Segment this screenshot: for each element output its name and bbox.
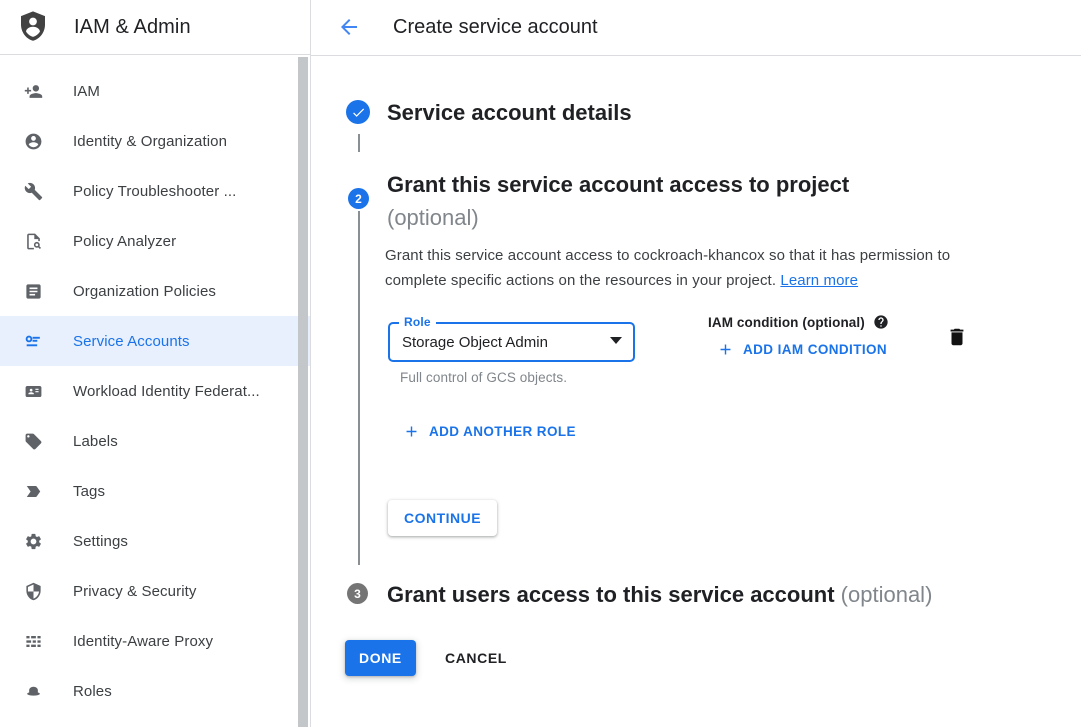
shield-person-icon [17,10,49,44]
help-icon[interactable] [873,314,889,330]
step-connector [358,211,360,565]
add-iam-condition-button[interactable]: ADD IAM CONDITION [717,341,887,358]
add-another-role-label: ADD ANOTHER ROLE [429,424,576,439]
sidebar-item-labels[interactable]: Labels [0,416,310,466]
main-header: Create service account [311,0,1081,56]
sidebar-item-settings[interactable]: Settings [0,516,310,566]
sidebar-item-organization-policies[interactable]: Organization Policies [0,266,310,316]
iam-condition-row: IAM condition (optional) [708,314,889,330]
delete-role-button[interactable] [946,326,968,348]
service-account-key-icon [24,332,43,351]
sidebar-item-label: Policy Analyzer [73,233,176,250]
role-helper-text: Full control of GCS objects. [400,370,567,385]
role-select[interactable]: Role Storage Object Admin [388,322,635,362]
step1-title[interactable]: Service account details [387,100,632,126]
sidebar-item-service-accounts[interactable]: Service Accounts [0,316,310,366]
step2-description: Grant this service account access to coc… [385,243,989,294]
step2-description-text: Grant this service account access to coc… [385,247,950,289]
add-iam-condition-label: ADD IAM CONDITION [743,342,887,357]
iam-condition-label: IAM condition (optional) [708,315,865,330]
step2-number-badge: 2 [348,188,369,209]
sidebar-item-label: Settings [73,533,128,550]
sidebar-item-privacy-security[interactable]: Privacy & Security [0,566,310,616]
sidebar-scrollbar[interactable] [298,57,308,727]
wrench-icon [24,182,43,201]
arrow-drop-down-icon [610,337,622,344]
step2-heading[interactable]: Grant this service account access to pro… [387,168,849,234]
plus-icon [717,341,734,358]
learn-more-link[interactable]: Learn more [780,272,858,289]
sidebar: IAM & Admin IAM Identity & Organization Po… [0,0,311,727]
sidebar-item-identity-organization[interactable]: Identity & Organization [0,116,310,166]
proxy-rows-icon [24,632,43,651]
account-circle-icon [24,132,43,151]
sidebar-item-label: Identity-Aware Proxy [73,633,213,650]
main-panel: Create service account Service account d… [311,0,1081,727]
document-lines-icon [24,282,43,301]
sidebar-item-label: Policy Troubleshooter ... [73,183,236,200]
sidebar-item-tags[interactable]: Tags [0,466,310,516]
step2-title: Grant this service account access to pro… [387,172,849,197]
hat-icon [24,682,43,701]
step1-check-icon [346,100,370,124]
sidebar-item-label: Privacy & Security [73,583,197,600]
sidebar-item-label: Roles [73,683,112,700]
page-root: IAM & Admin IAM Identity & Organization Po… [0,0,1081,727]
continue-button[interactable]: CONTINUE [388,500,497,536]
back-arrow-icon[interactable] [337,15,361,39]
sidebar-item-label: Service Accounts [73,333,190,350]
step2-optional-label: (optional) [387,201,849,234]
sidebar-item-iam[interactable]: IAM [0,66,310,116]
done-button[interactable]: DONE [345,640,416,676]
step-connector [358,134,360,152]
step3-title: Grant users access to this service accou… [387,582,835,607]
sidebar-item-workload-identity-federat[interactable]: Workload Identity Federat... [0,366,310,416]
sidebar-item-roles[interactable]: Roles [0,666,310,716]
label-tag-icon [24,432,43,451]
sidebar-item-label: Workload Identity Federat... [73,383,260,400]
add-another-role-button[interactable]: ADD ANOTHER ROLE [403,423,576,440]
role-selected-value: Storage Object Admin [402,324,548,360]
cancel-button[interactable]: CANCEL [437,640,515,676]
sidebar-item-policy-analyzer[interactable]: Policy Analyzer [0,216,310,266]
sidebar-nav: IAM Identity & Organization Policy Trouble… [0,55,310,716]
plus-icon [403,423,420,440]
step3-number-badge: 3 [347,583,368,604]
document-search-icon [24,232,43,251]
sidebar-item-label: Identity & Organization [73,133,227,150]
gear-icon [24,532,43,551]
sidebar-item-label: Labels [73,433,118,450]
step3-optional-label: (optional) [841,582,933,607]
tag-arrow-icon [24,482,43,501]
shield-half-icon [24,582,43,601]
app-header: IAM & Admin [0,0,310,55]
sidebar-item-policy-troubleshooter[interactable]: Policy Troubleshooter ... [0,166,310,216]
id-card-icon [24,382,43,401]
app-title: IAM & Admin [74,16,191,39]
sidebar-item-label: Tags [73,483,105,500]
sidebar-item-label: Organization Policies [73,283,216,300]
step3-heading[interactable]: Grant users access to this service accou… [387,582,932,608]
page-title: Create service account [393,16,598,39]
sidebar-item-identity-aware-proxy[interactable]: Identity-Aware Proxy [0,616,310,666]
step3-number: 3 [354,587,361,601]
person-add-icon [24,82,43,101]
sidebar-item-label: IAM [73,83,100,100]
step2-number: 2 [355,192,362,206]
